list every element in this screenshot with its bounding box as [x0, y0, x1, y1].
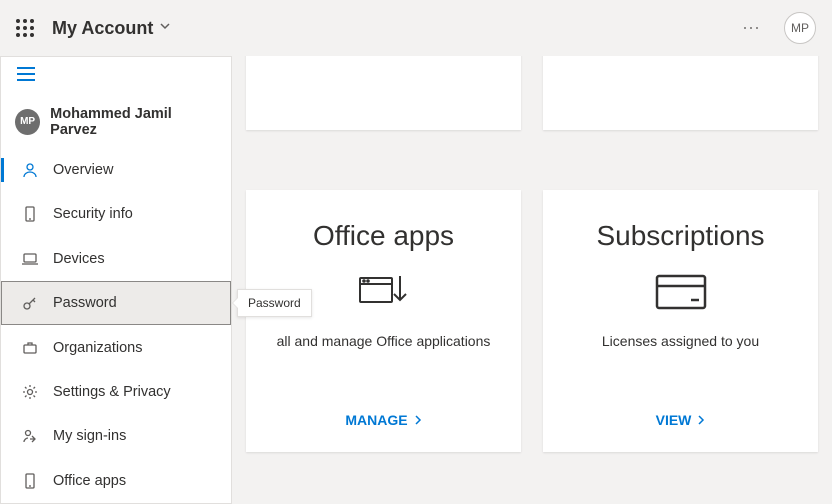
sidebar-item-label: Overview [53, 162, 113, 178]
profile-name: Mohammed Jamil Parvez [50, 106, 217, 138]
card-description: Licenses assigned to you [602, 333, 759, 349]
profile-avatar: MP [15, 109, 40, 135]
phone-icon [21, 206, 39, 222]
sidebar-item-label: Devices [53, 251, 105, 267]
card-recent-activity: REVIEW RECENT ACTIVITY [543, 56, 818, 130]
card-title: Office apps [313, 220, 454, 252]
chevron-right-icon [414, 412, 422, 428]
top-bar: My Account ⋯ MP [0, 0, 832, 56]
sidebar-item-label: Office apps [53, 473, 126, 489]
sidebar-item-label: Password [53, 295, 117, 311]
person-icon [21, 162, 39, 178]
card-subscriptions: Subscriptions Licenses assigned to you V… [543, 190, 818, 452]
profile-header: MP Mohammed Jamil Parvez [1, 92, 231, 148]
app-launcher-icon[interactable] [16, 19, 34, 37]
sidebar-item-organizations[interactable]: Organizations [1, 325, 231, 369]
more-icon[interactable]: ⋯ [742, 18, 762, 39]
sidebar-item-devices[interactable]: Devices [1, 237, 231, 281]
briefcase-icon [21, 341, 39, 355]
chevron-down-icon[interactable] [159, 19, 171, 37]
chevron-right-icon [697, 412, 705, 428]
signin-icon [21, 428, 39, 444]
card-icon-credit [653, 272, 709, 317]
user-avatar[interactable]: MP [784, 12, 816, 44]
laptop-icon [21, 252, 39, 266]
sidebar-item-password[interactable]: Password Password [1, 281, 231, 325]
phone-icon [21, 473, 39, 489]
sidebar-item-overview[interactable]: Overview [1, 148, 231, 192]
card-action-label: VIEW [656, 412, 692, 428]
sidebar-item-label: My sign-ins [53, 428, 126, 444]
main-content: EW SETTINGS AND PRIVACY REVIEW RECENT AC… [232, 56, 832, 504]
tooltip: Password [237, 289, 312, 317]
sidebar-item-settings-privacy[interactable]: Settings & Privacy [1, 370, 231, 414]
sidebar-item-office-apps[interactable]: Office apps [1, 459, 231, 503]
sidebar-item-label: Security info [53, 206, 133, 222]
card-action-manage[interactable]: MANAGE [345, 412, 421, 428]
card-title: Subscriptions [596, 220, 764, 252]
card-office-apps: Office apps all and manage Office applic… [246, 190, 521, 452]
gear-icon [21, 384, 39, 400]
card-action-label: MANAGE [345, 412, 407, 428]
card-action-view[interactable]: VIEW [656, 412, 706, 428]
sidebar-item-my-signins[interactable]: My sign-ins [1, 414, 231, 458]
download-icon [358, 272, 410, 317]
sidebar-item-label: Organizations [53, 340, 142, 356]
sidebar-item-label: Settings & Privacy [53, 384, 171, 400]
key-icon [21, 295, 39, 311]
card-description: all and manage Office applications [277, 333, 491, 349]
menu-toggle[interactable] [1, 57, 231, 92]
sidebar: MP Mohammed Jamil Parvez Overview Securi… [0, 56, 232, 504]
sidebar-item-security-info[interactable]: Security info [1, 192, 231, 236]
page-title: My Account [52, 18, 153, 39]
card-settings-privacy: EW SETTINGS AND PRIVACY [246, 56, 521, 130]
